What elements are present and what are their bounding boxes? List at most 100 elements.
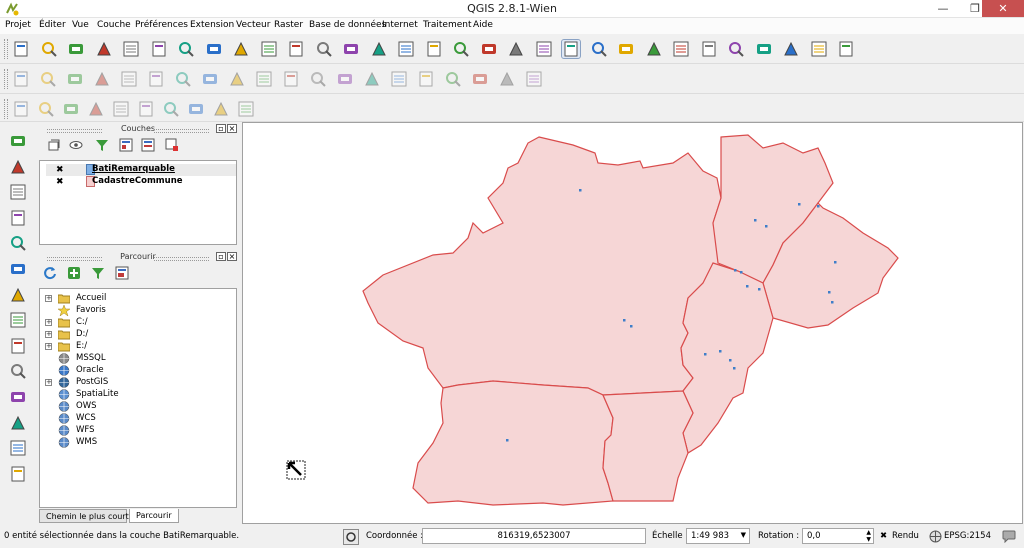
building-feature[interactable]: [765, 225, 768, 228]
label-highlight-icon[interactable]: [444, 70, 462, 88]
menu-traitement[interactable]: Traitement: [423, 20, 472, 30]
add-raster-icon[interactable]: [9, 158, 29, 176]
touch-icon[interactable]: [177, 40, 195, 58]
toggle-edit-icon[interactable]: [39, 70, 57, 88]
menu-preferences[interactable]: Préférences: [135, 20, 188, 30]
georef-icon[interactable]: [471, 70, 489, 88]
building-feature[interactable]: [831, 301, 834, 304]
tab-parcourir[interactable]: Parcourir: [129, 509, 179, 523]
building-feature[interactable]: [719, 350, 722, 353]
scale-combo[interactable]: 1:49 983 ▼: [686, 528, 750, 544]
menu-editer[interactable]: Éditer: [39, 20, 66, 30]
expand-icon[interactable]: +: [45, 295, 52, 302]
label-rotate-icon[interactable]: [390, 70, 408, 88]
layer-checkbox[interactable]: ✖: [56, 177, 64, 187]
move-feature-icon[interactable]: [120, 70, 138, 88]
zoom-to-selection-icon[interactable]: [370, 40, 388, 58]
layer-item-batiremarquable[interactable]: ✖ BatiRemarquable: [46, 164, 236, 176]
close-icon[interactable]: ×: [227, 124, 237, 133]
add-delimited-icon[interactable]: [9, 362, 29, 380]
add-group-icon[interactable]: [47, 138, 61, 152]
map-drawing[interactable]: [243, 123, 1022, 523]
expand-icon[interactable]: +: [45, 331, 52, 338]
filter-icon[interactable]: [91, 266, 105, 280]
add-postgis-icon[interactable]: [9, 183, 29, 201]
add-virtual-icon[interactable]: [9, 414, 29, 432]
filter-icon[interactable]: [95, 138, 109, 152]
add-wms-icon[interactable]: [9, 286, 29, 304]
add-selected-icon[interactable]: [67, 266, 81, 280]
close-icon[interactable]: ×: [227, 252, 237, 261]
building-feature[interactable]: [579, 189, 582, 192]
open-project-icon[interactable]: [40, 40, 58, 58]
zoom-full-icon[interactable]: [342, 40, 360, 58]
paste-icon[interactable]: [255, 70, 273, 88]
expand-icon[interactable]: +: [45, 319, 52, 326]
python-icon[interactable]: [525, 70, 543, 88]
building-feature[interactable]: [734, 269, 737, 272]
new-project-icon[interactable]: [12, 40, 30, 58]
expand-icon[interactable]: +: [45, 379, 52, 386]
menu-internet[interactable]: Internet: [382, 20, 418, 30]
action-icon[interactable]: [535, 40, 553, 58]
building-feature[interactable]: [746, 285, 749, 288]
pan-icon[interactable]: [205, 40, 223, 58]
digitize-1-icon[interactable]: [12, 100, 30, 118]
save-as-icon[interactable]: [95, 40, 113, 58]
menu-base-de-donnees[interactable]: Base de données: [309, 20, 386, 30]
chevron-down-icon[interactable]: ▼: [741, 531, 746, 539]
digitize-3-icon[interactable]: [62, 100, 80, 118]
digitize-8-icon[interactable]: [187, 100, 205, 118]
float-icon[interactable]: ▫: [216, 252, 226, 261]
field-calculator-icon[interactable]: [617, 40, 635, 58]
add-feature-icon[interactable]: [93, 70, 111, 88]
close-button[interactable]: ✕: [982, 0, 1024, 17]
menu-couche[interactable]: Couche: [97, 20, 131, 30]
overflow-icon[interactable]: [9, 465, 29, 483]
menu-raster[interactable]: Raster: [274, 20, 303, 30]
pan-to-selection-icon[interactable]: [232, 40, 250, 58]
toolbar-handle[interactable]: [4, 69, 8, 89]
commune-south-center[interactable]: [602, 390, 694, 502]
building-feature[interactable]: [828, 291, 831, 294]
rotation-spinbox[interactable]: 0,0 ▲ ▼: [802, 528, 874, 544]
zoom-native-icon[interactable]: [315, 40, 333, 58]
commune-south[interactable]: [412, 380, 614, 506]
render-checkbox[interactable]: ✖: [880, 531, 887, 541]
expand-all-icon[interactable]: [119, 138, 133, 152]
float-icon[interactable]: ▫: [216, 124, 226, 133]
building-feature[interactable]: [758, 288, 761, 291]
zoom-next-icon[interactable]: [452, 40, 470, 58]
map-canvas[interactable]: [242, 122, 1023, 524]
collapse-all-icon[interactable]: [141, 138, 155, 152]
messages-icon[interactable]: [1002, 530, 1016, 543]
attribute-table-icon[interactable]: [645, 40, 663, 58]
digitize-9-icon[interactable]: [212, 100, 230, 118]
building-feature[interactable]: [506, 439, 509, 442]
map-tips-icon[interactable]: [727, 40, 745, 58]
annotation-icon[interactable]: [755, 40, 773, 58]
commune-center-east[interactable]: [680, 262, 774, 454]
label-icon[interactable]: [782, 40, 800, 58]
digitize-10-icon[interactable]: [237, 100, 255, 118]
current-edits-icon[interactable]: [12, 70, 30, 88]
new-composer-icon[interactable]: [122, 40, 140, 58]
building-feature[interactable]: [798, 203, 801, 206]
zoom-to-layer-icon[interactable]: [397, 40, 415, 58]
remove-layer-icon[interactable]: [165, 138, 179, 152]
select-icon[interactable]: [561, 39, 581, 59]
gps-icon[interactable]: [9, 439, 29, 457]
label-change-icon[interactable]: [417, 70, 435, 88]
building-feature[interactable]: [754, 219, 757, 222]
digitize-7-icon[interactable]: [162, 100, 180, 118]
visibility-icon[interactable]: [69, 138, 83, 152]
composer-manager-icon[interactable]: [150, 40, 168, 58]
toolbar-handle[interactable]: [4, 39, 8, 59]
statistics-icon[interactable]: [672, 40, 690, 58]
label-show-hide-icon[interactable]: [336, 70, 354, 88]
building-feature[interactable]: [630, 325, 633, 328]
layer-checkbox[interactable]: ✖: [56, 165, 64, 175]
measure-icon[interactable]: [700, 40, 718, 58]
building-feature[interactable]: [834, 261, 837, 264]
building-feature[interactable]: [704, 353, 707, 356]
